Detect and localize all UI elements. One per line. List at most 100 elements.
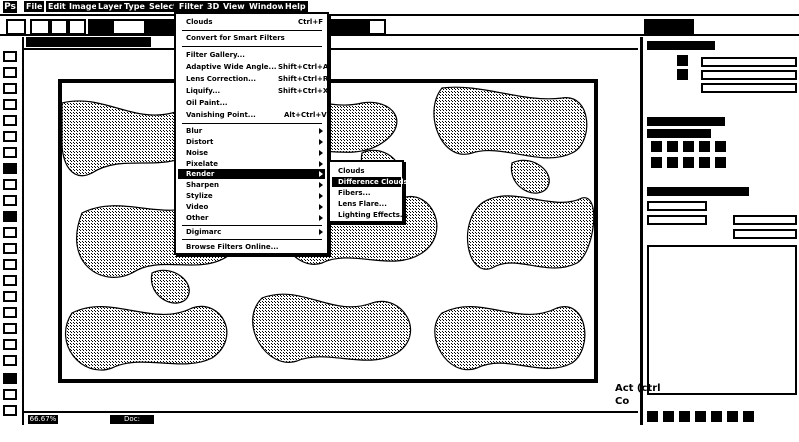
flow-dropdown[interactable] [146,19,176,35]
link-layers-icon[interactable] [647,411,658,422]
menu-item-vanishing-point[interactable]: Vanishing Point... [186,110,256,120]
layer-list[interactable] [647,245,797,395]
brush-size-icon[interactable] [50,19,68,35]
panel-tab-layers[interactable] [647,187,681,196]
airbrush-icon[interactable] [368,19,386,35]
delete-layer-icon[interactable] [743,411,754,422]
fill-field[interactable] [733,229,797,239]
menu-item-filter-gallery[interactable]: Filter Gallery... [186,50,245,60]
document-tab[interactable] [26,37,151,47]
zoom-level[interactable]: 66.67% [28,415,58,424]
panel-tab-styles[interactable] [691,117,725,126]
submenu-item-clouds[interactable]: Clouds [338,166,365,176]
menu-edit[interactable]: Edit [46,1,68,12]
submenu-item-difference-clouds[interactable]: Difference Clouds [338,177,408,187]
panel-tab-swatches[interactable] [681,41,715,50]
hand-tool-icon[interactable] [3,339,17,350]
shape-tool-icon[interactable] [3,323,17,334]
pen-tool-icon[interactable] [3,275,17,286]
history-brush-tool-icon[interactable] [3,195,17,206]
menu-item-sharpen[interactable]: Sharpen [186,180,219,190]
marquee-tool-icon[interactable] [3,67,17,78]
type-tool-icon[interactable] [3,291,17,302]
path-select-tool-icon[interactable] [3,307,17,318]
menu-image[interactable]: Image [67,1,99,12]
menu-filter[interactable]: Filter [174,1,208,12]
menu-item-browse-filters-online[interactable]: Browse Filters Online... [186,242,279,252]
blend-mode-dropdown[interactable] [647,215,707,225]
menu-item-liquify[interactable]: Liquify... [186,86,220,96]
menu-layer[interactable]: Layer [96,1,125,12]
menu-item-other[interactable]: Other [186,213,208,223]
vibrance-icon[interactable] [715,141,726,152]
menu-item-distort[interactable]: Distort [186,137,213,147]
layer-mask-icon[interactable] [679,411,690,422]
menu-3d[interactable]: 3D [205,1,222,12]
opacity-field[interactable] [733,215,797,225]
brush-tool-icon[interactable] [3,163,17,174]
adjustment-layer-icon[interactable] [695,411,706,422]
clone-stamp-tool-icon[interactable] [3,179,17,190]
menu-item-pixelate[interactable]: Pixelate [186,159,218,169]
foreground-swatch-icon[interactable] [677,55,688,66]
panel-tab-color[interactable] [647,41,681,50]
color-balance-icon[interactable] [667,157,678,168]
panel-tab-adjustments[interactable] [647,117,691,126]
menu-window[interactable]: Window [247,1,287,12]
menu-item-convert-smart-filters[interactable]: Convert for Smart Filters [186,33,285,43]
mode-dropdown[interactable] [88,19,114,35]
menu-file[interactable]: File [24,1,45,12]
brightness-icon[interactable] [651,141,662,152]
color-slider-g[interactable] [701,70,797,80]
menu-item-render[interactable]: Render [186,169,214,179]
submenu-item-lens-flare[interactable]: Lens Flare... [338,199,387,209]
zoom-tool-icon[interactable] [3,355,17,366]
quick-mask-icon[interactable] [3,389,17,400]
photo-filter-icon[interactable] [699,157,710,168]
crop-tool-icon[interactable] [3,115,17,126]
workspace-switcher[interactable] [644,19,694,35]
menu-item-lens-correction[interactable]: Lens Correction... [186,74,256,84]
screen-mode-icon[interactable] [3,405,17,416]
panel-tab-channels[interactable] [681,187,719,196]
menu-type[interactable]: Type [122,1,147,12]
lasso-tool-icon[interactable] [3,83,17,94]
submenu-item-lighting-effects[interactable]: Lighting Effects... [338,210,408,220]
gradient-tool-icon[interactable] [3,227,17,238]
menu-item-video[interactable]: Video [186,202,208,212]
menu-item-oil-paint[interactable]: Oil Paint... [186,98,228,108]
background-swatch-icon[interactable] [677,69,688,80]
foreground-color-icon[interactable] [3,373,17,384]
quick-select-tool-icon[interactable] [3,99,17,110]
new-group-icon[interactable] [711,411,722,422]
menu-help[interactable]: Help [283,1,308,12]
menu-item-adaptive-wide-angle[interactable]: Adaptive Wide Angle... [186,62,277,72]
dodge-tool-icon[interactable] [3,259,17,270]
exposure-icon[interactable] [699,141,710,152]
channel-mixer-icon[interactable] [715,157,726,168]
blur-tool-icon[interactable] [3,243,17,254]
panel-tab-paths[interactable] [719,187,749,196]
layer-filter-dropdown[interactable] [647,201,707,211]
menu-item-digimarc[interactable]: Digimarc [186,227,221,237]
swatch-icon[interactable] [30,19,50,35]
levels-icon[interactable] [667,141,678,152]
color-slider-b[interactable] [701,83,797,93]
options-dropdown[interactable] [330,19,372,35]
menu-item-clouds[interactable]: Clouds [186,17,213,27]
submenu-item-fibers[interactable]: Fibers... [338,188,371,198]
menu-item-noise[interactable]: Noise [186,148,208,158]
tool-preset-icon[interactable] [6,19,26,35]
move-tool-icon[interactable] [3,51,17,62]
eyedropper-tool-icon[interactable] [3,131,17,142]
color-slider-r[interactable] [701,57,797,67]
opacity-field[interactable] [112,19,146,35]
mode-icon[interactable] [68,19,86,35]
healing-tool-icon[interactable] [3,147,17,158]
menu-view[interactable]: View [221,1,247,12]
curves-icon[interactable] [683,141,694,152]
menu-item-blur[interactable]: Blur [186,126,202,136]
layer-style-icon[interactable] [663,411,674,422]
black-white-icon[interactable] [683,157,694,168]
new-layer-icon[interactable] [727,411,738,422]
